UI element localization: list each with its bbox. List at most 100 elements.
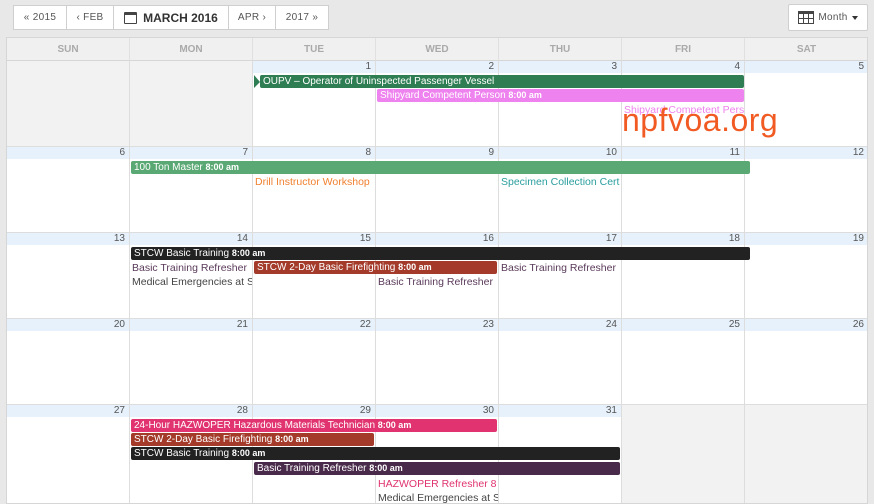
- day-cell[interactable]: 24: [499, 319, 622, 405]
- event-medical-emergencies[interactable]: Medical Emergencies at S: [378, 491, 498, 503]
- event-time: 8:00 am: [398, 262, 432, 272]
- day-number: 24: [499, 319, 621, 331]
- event-basic-training-refresher[interactable]: Basic Training Refresher 8:00 am: [254, 462, 620, 475]
- event-time: 8:00 am: [231, 248, 266, 258]
- event-basic-training-refresher[interactable]: Basic Training Refresher: [378, 275, 498, 289]
- event-basic-training-refresher[interactable]: Basic Training Refresher: [132, 261, 252, 275]
- event-time: 8:00 am: [377, 420, 412, 430]
- next-month-button[interactable]: APR ›: [228, 5, 276, 30]
- day-cell[interactable]: 22: [253, 319, 376, 405]
- weekday-mon: MON: [130, 38, 253, 61]
- event-stcw-firefighting[interactable]: STCW 2-Day Basic Firefighting 8:00 am: [254, 261, 497, 274]
- day-cell[interactable]: 21: [130, 319, 253, 405]
- event-title: STCW Basic Training: [134, 448, 230, 459]
- day-number: 22: [253, 319, 375, 331]
- day-cell[interactable]: 18: [622, 233, 745, 319]
- calendar-app: « 2015 ‹ FEB MARCH 2016 APR › 2017 » Mon…: [0, 0, 874, 504]
- day-cell[interactable]: 5: [745, 61, 867, 147]
- day-cell[interactable]: 25: [622, 319, 745, 405]
- event-title: 100 Ton Master: [134, 162, 203, 173]
- day-number: 26: [745, 319, 867, 331]
- weekday-sat: SAT: [745, 38, 867, 61]
- day-number: 15: [253, 233, 375, 245]
- weekday-sun: SUN: [7, 38, 130, 61]
- current-month-label: MARCH 2016: [143, 10, 218, 25]
- day-cell[interactable]: 9: [376, 147, 499, 233]
- day-number: 7: [130, 147, 252, 159]
- view-select-button[interactable]: Month: [788, 4, 868, 31]
- month-grid: SUN MON TUE WED THU FRI SAT 1 2 3 4 5 6 …: [6, 37, 868, 504]
- day-number: 27: [7, 405, 129, 417]
- day-cell[interactable]: 2: [376, 61, 499, 147]
- day-number: 20: [7, 319, 129, 331]
- day-cell[interactable]: 26: [745, 319, 867, 405]
- day-number: 13: [7, 233, 129, 245]
- event-time: 8:00 am: [508, 90, 542, 100]
- event-oupv[interactable]: OUPV – Operator of Uninspected Passenger…: [260, 75, 744, 88]
- view-label: Month: [818, 12, 848, 23]
- day-cell[interactable]: 11: [622, 147, 745, 233]
- day-cell[interactable]: 27: [7, 405, 130, 503]
- day-cell[interactable]: 19: [745, 233, 867, 319]
- event-title: Basic Training Refresher: [257, 463, 367, 474]
- calendar-icon: [124, 11, 138, 24]
- day-cell[interactable]: 12: [745, 147, 867, 233]
- caret-down-icon: [851, 15, 858, 20]
- day-number: 28: [130, 405, 252, 417]
- day-number: 11: [622, 147, 744, 159]
- event-title: Shipyard Competent Person: [380, 90, 506, 101]
- event-stcw-basic-training[interactable]: STCW Basic Training 8:00 am: [131, 447, 620, 460]
- event-basic-training-refresher[interactable]: Basic Training Refresher: [501, 261, 621, 275]
- day-cell[interactable]: 17: [499, 233, 622, 319]
- day-cell[interactable]: 23: [376, 319, 499, 405]
- event-stcw-basic-training[interactable]: STCW Basic Training 8:00 am: [131, 247, 750, 260]
- day-cell[interactable]: 8: [253, 147, 376, 233]
- day-cell[interactable]: 6: [7, 147, 130, 233]
- day-cell[interactable]: 13: [7, 233, 130, 319]
- day-cell-empty: [622, 405, 745, 503]
- day-number: 18: [622, 233, 744, 245]
- day-number: 14: [130, 233, 252, 245]
- event-title: STCW 2-Day Basic Firefighting: [134, 434, 273, 445]
- event-shipyard-competent-person[interactable]: Shipyard Competent Person 8:00 am: [377, 89, 744, 102]
- day-number: 8: [253, 147, 375, 159]
- day-cell[interactable]: 7: [130, 147, 253, 233]
- event-hazwoper-refresher[interactable]: HAZWOPER Refresher 8: [378, 477, 498, 491]
- day-number: 4: [622, 61, 744, 73]
- day-cell[interactable]: 10: [499, 147, 622, 233]
- event-drill-instructor-workshop[interactable]: Drill Instructor Workshop: [255, 175, 375, 189]
- day-cell-empty: [7, 61, 130, 147]
- day-cell[interactable]: 3: [499, 61, 622, 147]
- weekday-thu: THU: [499, 38, 622, 61]
- day-cell[interactable]: 20: [7, 319, 130, 405]
- event-title: 24-Hour HAZWOPER Hazardous Materials Tec…: [134, 420, 376, 431]
- day-number: 12: [745, 147, 867, 159]
- event-title: OUPV – Operator of Uninspected Passenger…: [263, 76, 495, 87]
- event-100-ton-master[interactable]: 100 Ton Master 8:00 am: [131, 161, 750, 174]
- event-specimen-collection[interactable]: Specimen Collection Cert: [501, 175, 621, 189]
- current-month-button[interactable]: MARCH 2016: [113, 5, 229, 30]
- prev-year-button[interactable]: « 2015: [13, 5, 67, 30]
- next-year-button[interactable]: 2017 »: [275, 5, 329, 30]
- event-hazwoper-technician[interactable]: 24-Hour HAZWOPER Hazardous Materials Tec…: [131, 419, 497, 432]
- day-number: 5: [745, 61, 867, 73]
- day-number: 2: [376, 61, 498, 73]
- weekday-wed: WED: [376, 38, 499, 61]
- day-cell[interactable]: 1: [253, 61, 376, 147]
- event-time: 8:00 am: [275, 434, 309, 444]
- weekday-tue: TUE: [253, 38, 376, 61]
- event-medical-emergencies[interactable]: Medical Emergencies at S: [132, 275, 252, 289]
- day-number: 23: [376, 319, 498, 331]
- prev-month-button[interactable]: ‹ FEB: [66, 5, 114, 30]
- calendar-toolbar: « 2015 ‹ FEB MARCH 2016 APR › 2017 » Mon…: [0, 0, 874, 37]
- event-shipyard-competent-person-text[interactable]: Shipyard Competent Pers: [624, 103, 744, 117]
- day-number: 16: [376, 233, 498, 245]
- day-number: 1: [253, 61, 375, 73]
- day-number: 30: [376, 405, 498, 417]
- day-number: 17: [499, 233, 621, 245]
- day-cell[interactable]: 15: [253, 233, 376, 319]
- event-stcw-firefighting[interactable]: STCW 2-Day Basic Firefighting 8:00 am: [131, 433, 374, 446]
- event-time: 8:00 am: [369, 463, 403, 473]
- day-number: 31: [499, 405, 621, 417]
- event-time: 8:00 am: [231, 448, 266, 458]
